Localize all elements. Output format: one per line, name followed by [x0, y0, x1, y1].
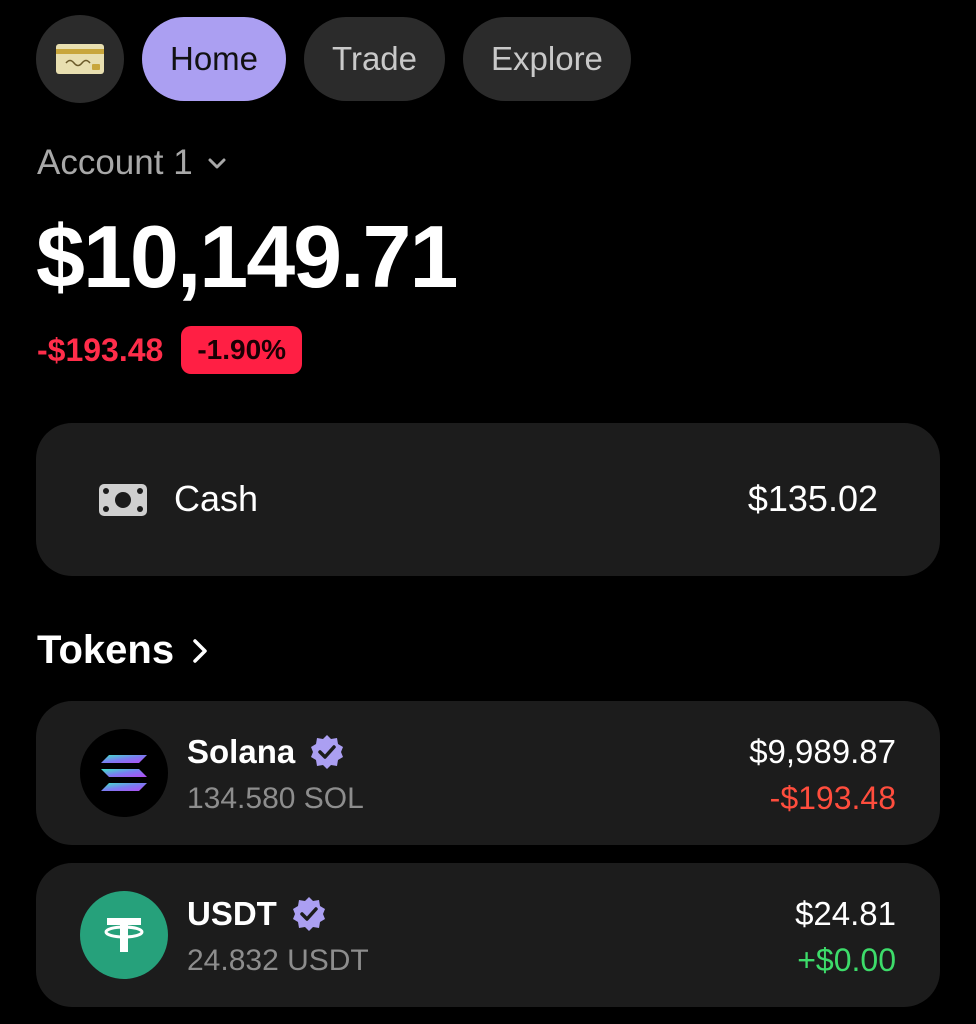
- cash-label: Cash: [174, 478, 259, 519]
- token-amount: 24.832 USDT: [187, 944, 369, 977]
- change-amount: -$193.48: [37, 331, 164, 368]
- tokens-title: Tokens: [37, 628, 175, 672]
- chevron-down-icon: [208, 158, 226, 169]
- token-name: Solana: [187, 733, 296, 770]
- token-name-row: USDT: [187, 895, 327, 933]
- top-nav: Home Trade Explore: [36, 15, 631, 103]
- wallet-card-button[interactable]: [36, 15, 124, 103]
- verified-badge-icon: [311, 735, 344, 769]
- token-name-row: Solana: [187, 733, 345, 771]
- tab-trade[interactable]: Trade: [304, 17, 446, 101]
- change-percent-badge: -1.90%: [181, 326, 303, 374]
- tokens-section-header[interactable]: Tokens: [37, 628, 208, 673]
- tether-logo-icon: [80, 891, 168, 979]
- token-amount: 134.580 SOL: [187, 782, 364, 815]
- chevron-right-icon: [193, 638, 207, 663]
- token-name: USDT: [187, 895, 277, 932]
- verified-badge-icon: [292, 897, 325, 931]
- tab-explore[interactable]: Explore: [463, 17, 631, 101]
- cash-card[interactable]: Cash $135.02: [36, 423, 940, 576]
- tab-home[interactable]: Home: [142, 17, 287, 101]
- token-change: +$0.00: [797, 942, 896, 978]
- balance-change: -$193.48 -1.90%: [37, 326, 303, 374]
- cash-value: $135.02: [747, 478, 878, 519]
- token-value: $9,989.87: [749, 733, 896, 770]
- solana-logo-icon: [80, 729, 168, 817]
- account-name: Account 1: [37, 143, 193, 182]
- total-balance: $10,149.71: [36, 207, 458, 306]
- banknote-icon: [99, 484, 147, 516]
- token-change: -$193.48: [769, 780, 896, 816]
- token-row-solana[interactable]: Solana 134.580 SOL $9,989.87 -$193.48: [36, 701, 940, 845]
- account-selector[interactable]: Account 1: [37, 143, 227, 183]
- card-icon: [56, 44, 104, 74]
- token-value: $24.81: [795, 895, 896, 932]
- token-row-usdt[interactable]: USDT 24.832 USDT $24.81 +$0.00: [36, 863, 940, 1007]
